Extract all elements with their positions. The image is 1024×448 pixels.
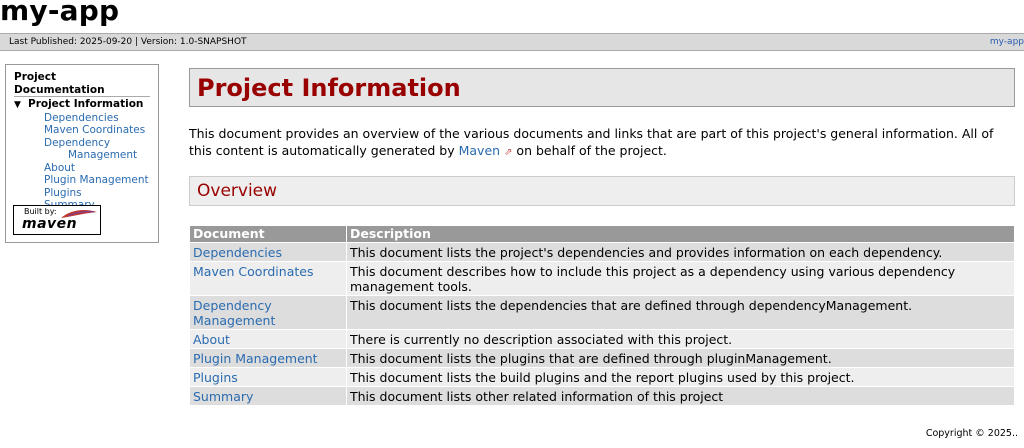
document-cell: Plugins <box>190 368 346 386</box>
document-cell: Maven Coordinates <box>190 262 346 295</box>
document-cell: Dependency Management <box>190 296 346 329</box>
description-cell: This document describes how to include t… <box>347 262 1014 295</box>
document-link[interactable]: About <box>193 332 230 347</box>
table-header-row: Document Description <box>190 226 1014 242</box>
table-row: Plugin Management This document lists th… <box>190 349 1014 367</box>
document-link[interactable]: Summary <box>193 389 253 404</box>
sidebar-item-maven-coordinates[interactable]: Maven Coordinates <box>44 124 150 137</box>
built-by-maven-badge[interactable]: Built by: maven <box>13 205 101 235</box>
document-cell: Dependencies <box>190 243 346 261</box>
table-row: Summary This document lists other relate… <box>190 387 1014 405</box>
app-title: my-app <box>0 0 120 27</box>
column-header-description: Description <box>347 226 1014 242</box>
sidebar-item-label: Dependency <box>44 136 111 149</box>
description-cell: This document lists the project's depend… <box>347 243 1014 261</box>
sidebar-current-label: Project Information <box>28 98 144 110</box>
section-title-box: Overview <box>189 176 1015 206</box>
table-row: Dependencies This document lists the pro… <box>190 243 1014 261</box>
table-row: About There is currently no description … <box>190 330 1014 348</box>
sidebar-heading: Project Documentation <box>14 71 150 97</box>
description-cell: This document lists the dependencies tha… <box>347 296 1014 329</box>
page-title: Project Information <box>197 74 461 102</box>
project-home-link[interactable]: my-app <box>990 34 1024 50</box>
description-cell: This document lists the build plugins an… <box>347 368 1014 386</box>
page-title-box: Project Information <box>189 68 1015 107</box>
sidebar-item-plugin-management[interactable]: Plugin Management <box>44 174 150 187</box>
table-row: Dependency Management This document list… <box>190 296 1014 329</box>
documents-table: Document Description Dependencies This d… <box>189 225 1015 406</box>
built-by-label: Built by: <box>24 207 57 216</box>
description-cell: There is currently no description associ… <box>347 330 1014 348</box>
document-cell: About <box>190 330 346 348</box>
table-row: Maven Coordinates This document describe… <box>190 262 1014 295</box>
expanded-triangle-icon: ▼ <box>14 100 21 110</box>
maven-logo-text: maven <box>22 216 78 232</box>
publish-info: Last Published: 2025-09-20 | Version: 1.… <box>9 37 247 47</box>
sidebar-item-label: Management <box>68 149 138 161</box>
intro-paragraph: This document provides an overview of th… <box>189 125 1015 161</box>
intro-text-end: on behalf of the project. <box>512 143 667 158</box>
copyright: Copyright © 2025.. <box>925 428 1018 439</box>
sidebar-nav: Project Documentation ▼ Project Informati… <box>14 71 150 212</box>
sidebar-item-dependencies[interactable]: Dependencies <box>44 112 150 125</box>
maven-link[interactable]: Maven <box>459 143 500 158</box>
sidebar-item-about[interactable]: About <box>44 162 150 175</box>
document-cell: Plugin Management <box>190 349 346 367</box>
document-link[interactable]: Dependencies <box>193 245 282 260</box>
section-title: Overview <box>197 181 278 201</box>
sidebar-item-project-information: ▼ Project Information <box>14 98 150 112</box>
document-link[interactable]: Plugins <box>193 370 238 385</box>
sidebar-item-plugins[interactable]: Plugins <box>44 187 150 200</box>
sidebar: Project Documentation ▼ Project Informati… <box>5 64 159 243</box>
document-link[interactable]: Dependency Management <box>193 298 275 328</box>
document-cell: Summary <box>190 387 346 405</box>
document-link[interactable]: Plugin Management <box>193 351 318 366</box>
description-cell: This document lists other related inform… <box>347 387 1014 405</box>
publish-bar: Last Published: 2025-09-20 | Version: 1.… <box>0 33 1024 51</box>
sidebar-item-dependency-management[interactable]: Dependency Management <box>44 137 150 162</box>
description-cell: This document lists the plugins that are… <box>347 349 1014 367</box>
table-row: Plugins This document lists the build pl… <box>190 368 1014 386</box>
document-link[interactable]: Maven Coordinates <box>193 264 313 279</box>
column-header-document: Document <box>190 226 346 242</box>
